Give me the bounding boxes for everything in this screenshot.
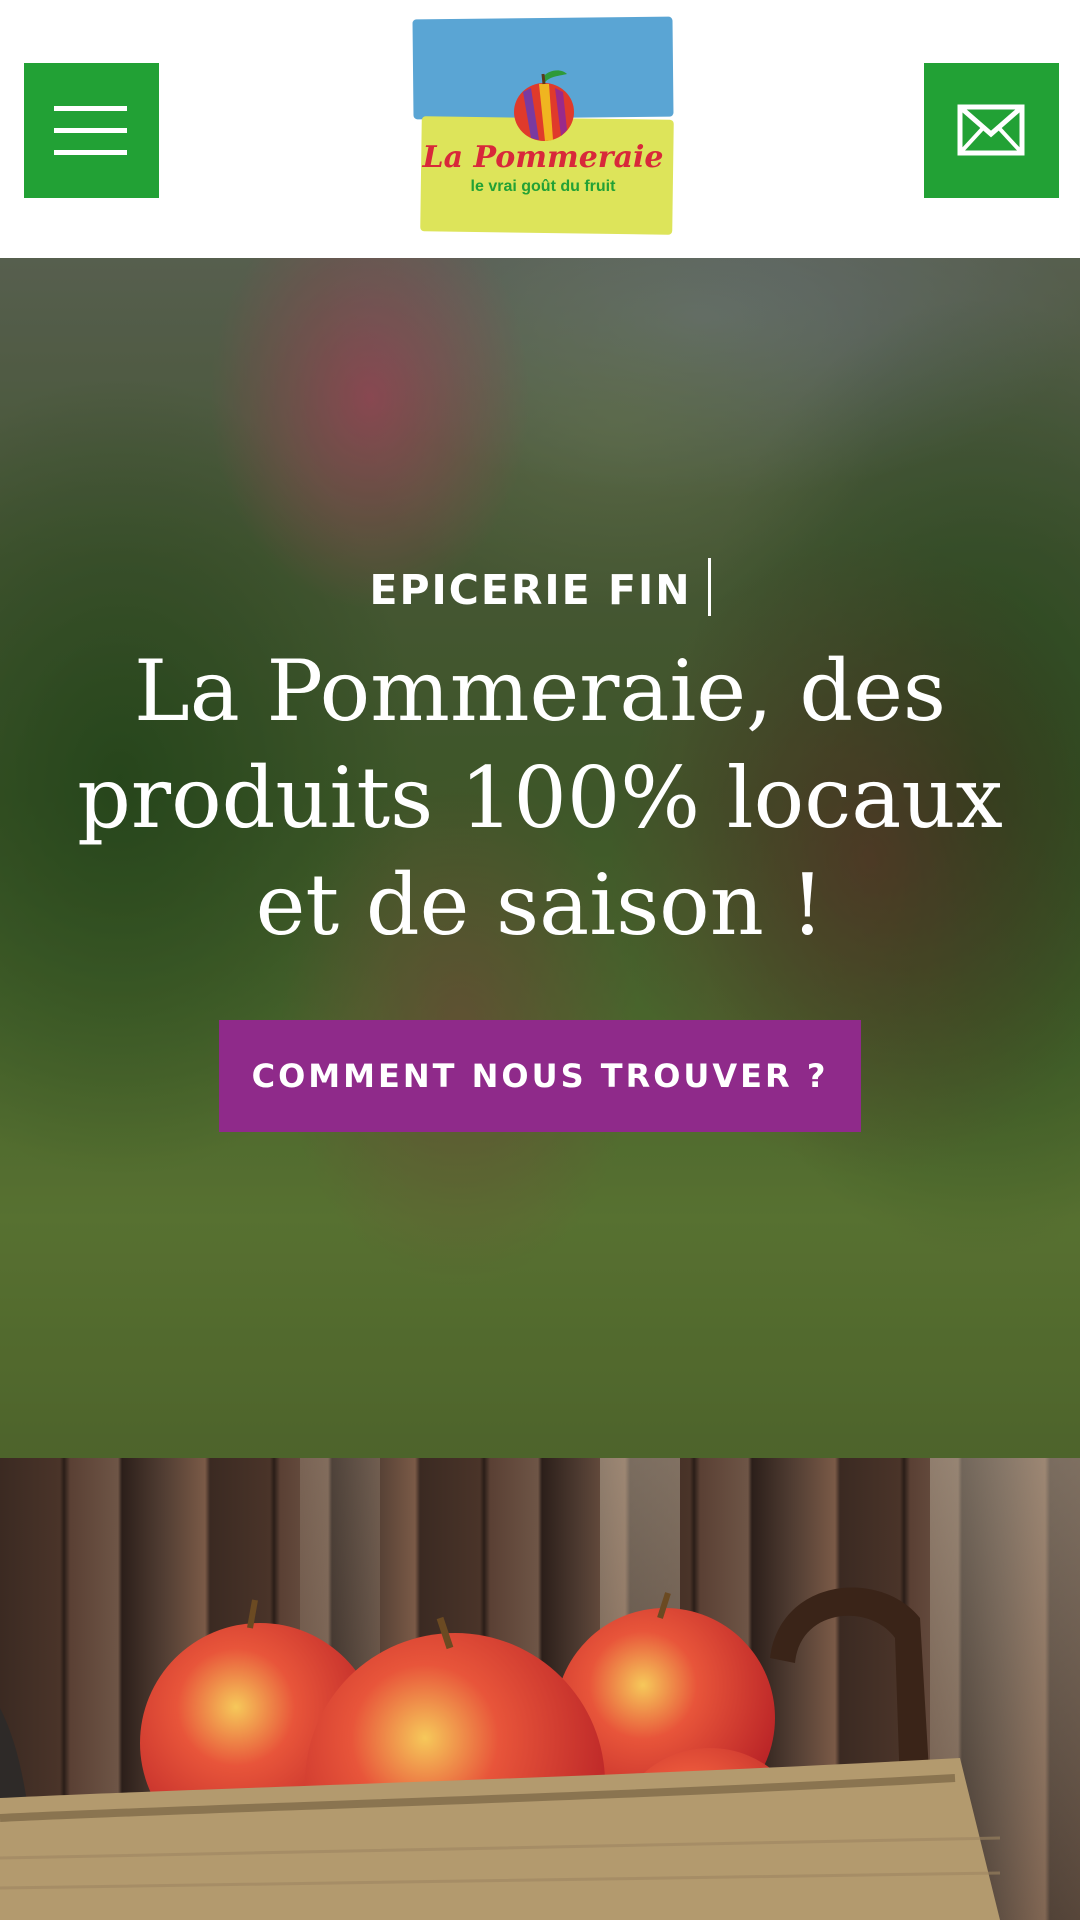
hero-kicker: EPICERIE FIN — [0, 558, 1080, 616]
apple-basket-illustration — [0, 1587, 1001, 1920]
site-header: La Pommeraie le vrai goût du fruit — [0, 0, 1080, 258]
apple-icon — [514, 70, 574, 141]
hero-section: EPICERIE FIN La Pommeraie, des produits … — [0, 258, 1080, 1458]
contact-button[interactable] — [924, 63, 1059, 198]
hero-title: La Pommeraie, des produits 100% locaux e… — [77, 642, 1003, 954]
logo[interactable]: La Pommeraie le vrai goût du fruit — [412, 16, 674, 235]
envelope-icon — [957, 104, 1025, 156]
find-us-button[interactable]: COMMENT NOUS TROUVER ? — [219, 1020, 861, 1132]
hero-kicker-text: EPICERIE FIN — [369, 566, 692, 614]
logo-tagline: le vrai goût du fruit — [470, 178, 616, 195]
logo-name: La Pommeraie — [422, 140, 664, 175]
typing-cursor — [707, 558, 711, 616]
menu-button[interactable] — [24, 63, 159, 198]
apple-basket-image — [0, 1458, 1080, 1920]
